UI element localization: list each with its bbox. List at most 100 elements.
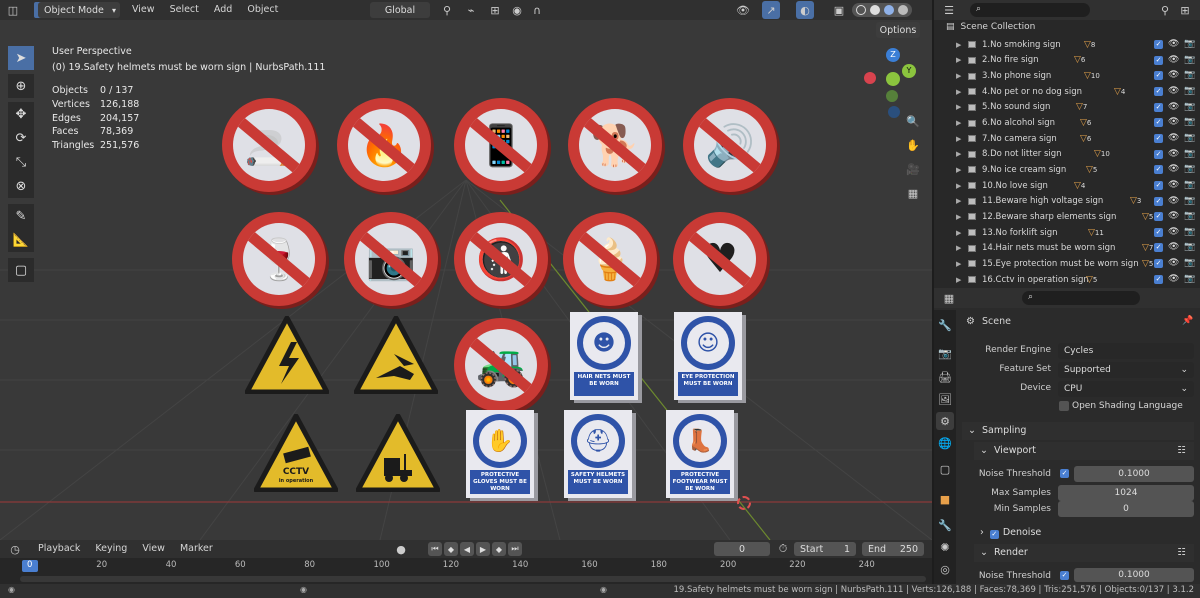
exclude-checkbox[interactable]: ✓ — [1154, 133, 1163, 143]
eye-icon[interactable]: 👁 — [1168, 242, 1179, 252]
cursor-tool-icon[interactable]: ⊕ — [8, 74, 34, 98]
exclude-checkbox[interactable]: ✓ — [1154, 180, 1163, 190]
eye-icon[interactable]: 👁 — [1168, 86, 1179, 96]
tool-tab-icon[interactable]: 🔧 — [936, 316, 954, 334]
no-forklift-sign[interactable]: 🚜 — [454, 318, 548, 412]
denoise-checkbox[interactable]: ✓ — [989, 530, 999, 539]
outliner-item[interactable]: ▶ 6.No alcohol sign ▽6 ✓ 👁 📷 — [946, 115, 1200, 131]
viewport-subsection[interactable]: ⌄ Viewport ☷ — [974, 442, 1194, 460]
render-subsection[interactable]: ⌄ Render ☷ — [974, 544, 1194, 562]
exclude-checkbox[interactable]: ✓ — [1154, 118, 1163, 128]
3d-viewport[interactable]: ➤ ⊕ ✥ ⟳ ⤡ ⊗ ✎ 📐 ▢ User Perspective (0) 1… — [0, 20, 932, 540]
expand-arrow-icon[interactable]: ▶ — [956, 182, 961, 190]
play-reverse-icon[interactable]: ◀ — [460, 542, 474, 556]
z-axis-icon[interactable]: Z — [886, 48, 900, 62]
expand-arrow-icon[interactable]: ▶ — [956, 72, 961, 80]
snap-target-icon[interactable]: ⊞ — [486, 1, 504, 19]
no-alcohol-sign[interactable]: 🍷 — [232, 212, 326, 306]
safety-helmets-sign[interactable]: ⛑ SAFETY HELMETS MUST BE WORN — [564, 410, 632, 498]
no-fire-sign[interactable]: 🔥 — [337, 98, 431, 192]
expand-arrow-icon[interactable]: ▶ — [956, 56, 961, 64]
outliner-item[interactable]: ▶ 8.Do not litter sign ▽10 ✓ 👁 📷 — [946, 147, 1200, 163]
eye-icon[interactable]: 👁 — [1168, 70, 1179, 80]
record-icon[interactable]: ● — [392, 540, 410, 558]
center-axis-icon[interactable] — [886, 72, 900, 86]
eye-icon[interactable]: 👁 — [1168, 258, 1179, 268]
outliner-item[interactable]: ▶ 12.Beware sharp elements sign ▽5 ✓ 👁 📷 — [946, 209, 1200, 225]
stopwatch-icon[interactable]: ⏱ — [774, 540, 792, 558]
outliner-item[interactable]: ▶ 13.No forklift sign ▽11 ✓ 👁 📷 — [946, 225, 1200, 241]
camera-render-icon[interactable]: 📷 — [1184, 211, 1195, 221]
camera-render-icon[interactable]: 📷 — [1184, 164, 1195, 174]
expand-arrow-icon[interactable]: ▶ — [956, 119, 961, 127]
eye-icon[interactable]: 👁 — [1168, 196, 1179, 206]
visibility-icon[interactable]: 👁 — [734, 1, 752, 19]
outliner-item[interactable]: ▶ 16.Cctv in operation sign ▽5 ✓ 👁 📷 — [946, 272, 1200, 288]
list-icon[interactable]: ☷ — [1177, 442, 1186, 460]
3d-cursor-icon[interactable] — [737, 496, 751, 510]
pan-hand-icon[interactable]: ✋ — [904, 136, 922, 154]
no-sound-sign[interactable]: 🔊 — [683, 98, 777, 192]
proportional-edit-icon[interactable]: ◉ — [508, 1, 526, 19]
expand-arrow-icon[interactable]: ▶ — [956, 103, 961, 111]
exclude-checkbox[interactable]: ✓ — [1154, 165, 1163, 175]
render-tab-icon[interactable]: 📷 — [936, 344, 954, 362]
snap-icon[interactable]: ⌁ — [462, 1, 480, 19]
eye-icon[interactable]: 👁 — [1168, 211, 1179, 221]
exclude-checkbox[interactable]: ✓ — [1154, 227, 1163, 237]
menu-marker[interactable]: Marker — [174, 539, 219, 559]
menu-timeline-view[interactable]: View — [136, 539, 171, 559]
transform-orientation-dropdown[interactable]: Global — [370, 2, 430, 18]
eye-icon[interactable]: 👁 — [1168, 149, 1179, 159]
timeline-scrollbar[interactable] — [20, 576, 926, 582]
exclude-checkbox[interactable]: ✓ — [1154, 40, 1163, 49]
eye-protection-sign[interactable]: ☺ EYE PROTECTION MUST BE WORN — [674, 312, 742, 400]
annotate-tool-icon[interactable]: ✎ — [8, 204, 34, 228]
high-voltage-warning-sign[interactable] — [245, 316, 329, 394]
xray-icon[interactable]: ▣ — [830, 1, 848, 19]
start-frame-field[interactable]: Start 1 — [794, 542, 856, 556]
min-samples-field[interactable]: 0 — [1058, 501, 1194, 517]
exclude-checkbox[interactable]: ✓ — [1154, 243, 1163, 253]
properties-search-input[interactable]: ⌕ — [1022, 291, 1140, 305]
camera-view-icon[interactable]: 🎥 — [904, 160, 922, 178]
perspective-grid-icon[interactable]: ▦ — [904, 184, 922, 202]
no-dog-sign[interactable]: 🐕 — [568, 98, 662, 192]
camera-render-icon[interactable]: 📷 — [1184, 133, 1195, 143]
eye-icon[interactable]: 👁 — [1168, 274, 1179, 284]
transform-tool-icon[interactable]: ⊗ — [8, 174, 34, 198]
current-frame-field[interactable]: 0 — [714, 542, 770, 556]
overlay-toggle-icon[interactable]: ◐ — [796, 1, 814, 19]
add-cube-tool-icon[interactable]: ▢ — [8, 258, 34, 282]
no-camera-sign[interactable]: 📷 — [344, 212, 438, 306]
no-ice-cream-sign[interactable]: 🍦 — [563, 212, 657, 306]
particles-tab-icon[interactable]: ✺ — [936, 538, 954, 556]
no-litter-sign[interactable]: 🚯 — [454, 212, 548, 306]
no-love-sign[interactable]: ♥ — [673, 212, 767, 306]
move-tool-icon[interactable]: ✥ — [8, 102, 34, 126]
expand-arrow-icon[interactable]: ▶ — [956, 213, 961, 221]
denoise-subsection[interactable]: › ✓ Denoise — [974, 524, 1194, 542]
outliner-item[interactable]: ▶ 14.Hair nets must be worn sign ▽7 ✓ 👁 📷 — [946, 240, 1200, 256]
gloves-sign[interactable]: ✋ PROTECTIVE GLOVES MUST BE WORN — [466, 410, 534, 498]
outliner-item[interactable]: ▶ 15.Eye protection must be worn sign ▽5 ✓ 👁… — [946, 256, 1200, 272]
footwear-sign[interactable]: 👢 PROTECTIVE FOOTWEAR MUST BE WORN — [666, 410, 734, 498]
exclude-checkbox[interactable]: ✓ — [1154, 71, 1163, 81]
wireframe-shading-icon[interactable] — [856, 5, 866, 15]
sampling-section[interactable]: ⌄ Sampling — [962, 422, 1194, 440]
render-engine-dropdown[interactable]: Cycles — [1058, 343, 1194, 359]
camera-render-icon[interactable]: 📷 — [1184, 196, 1195, 206]
play-icon[interactable]: ▶ — [476, 542, 490, 556]
rendered-shading-icon[interactable] — [898, 5, 908, 15]
eye-icon[interactable]: 👁 — [1168, 55, 1179, 65]
eye-icon[interactable]: 👁 — [1168, 39, 1179, 49]
eye-icon[interactable]: 👁 — [1168, 117, 1179, 127]
camera-render-icon[interactable]: 📷 — [1184, 274, 1195, 284]
material-shading-icon[interactable] — [884, 5, 894, 15]
collection-tab-icon[interactable]: ▢ — [936, 460, 954, 478]
physics-tab-icon[interactable]: ◎ — [936, 560, 954, 578]
camera-render-icon[interactable]: 📷 — [1184, 180, 1195, 190]
camera-render-icon[interactable]: 📷 — [1184, 102, 1195, 112]
menu-object[interactable]: Object — [241, 0, 284, 20]
device-dropdown[interactable]: CPU ⌄ — [1058, 381, 1194, 397]
